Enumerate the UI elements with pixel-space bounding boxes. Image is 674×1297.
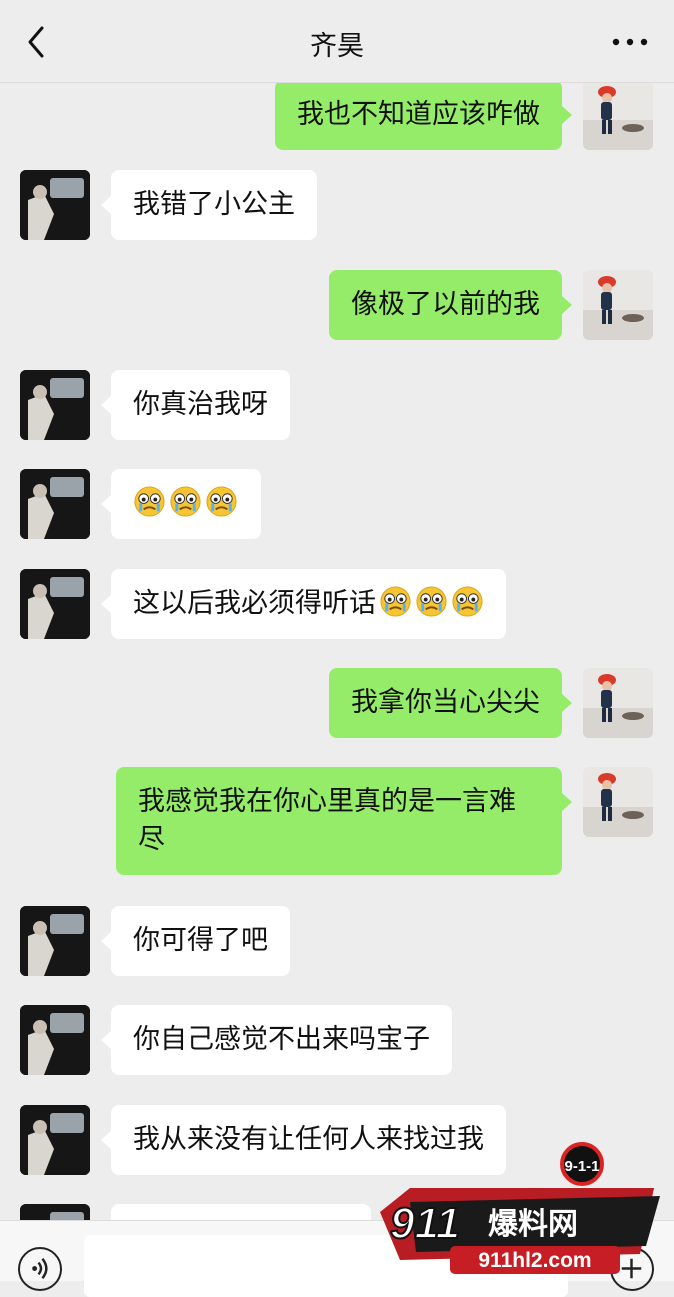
contact-avatar-image <box>20 170 90 240</box>
contact-avatar-image <box>20 1005 90 1075</box>
child-avatar-image <box>583 668 653 738</box>
crying-face-icon <box>206 486 237 517</box>
received-message-bubble[interactable]: 你自己感觉不出来吗宝子 <box>101 1005 452 1075</box>
child-avatar-image <box>583 270 653 340</box>
received-message-bubble[interactable]: 这以后我必须得听话 <box>101 569 506 639</box>
received-message-bubble[interactable]: 我错了小公主 <box>101 170 317 240</box>
contact-avatar[interactable] <box>20 170 90 240</box>
message-text: 这以后我必须得听话 <box>133 588 376 619</box>
watermark-badge: 9-1-1 <box>564 1158 599 1175</box>
message-text: 你自己感觉不出来吗宝子 <box>133 1024 430 1055</box>
watermark-number: 911 <box>390 1199 460 1248</box>
message-list[interactable]: 我也不知道应该咋做 我错了小公主 像极了以前的我 你真治我呀 这以后我必须得听话… <box>0 82 674 1220</box>
crying-face-icon <box>452 586 483 617</box>
sent-message-bubble[interactable]: 我拿你当心尖尖 <box>329 668 572 738</box>
child-avatar-image <box>583 82 653 150</box>
contact-avatar-image <box>20 906 90 976</box>
contact-avatar[interactable] <box>20 1005 90 1075</box>
contact-avatar[interactable] <box>20 569 90 639</box>
voice-input-button[interactable] <box>18 1247 62 1291</box>
watermark-url: 911hl2.com <box>478 1249 591 1272</box>
contact-avatar[interactable] <box>20 906 90 976</box>
received-message-bubble[interactable] <box>101 469 261 539</box>
chat-title: 齐昊 <box>310 31 364 62</box>
contact-avatar[interactable] <box>20 1204 90 1220</box>
watermark-brand: 爆料网 <box>488 1207 578 1242</box>
child-avatar-image <box>583 767 653 837</box>
contact-avatar[interactable] <box>20 370 90 440</box>
my-avatar[interactable] <box>583 767 653 837</box>
crying-face-icon <box>170 486 201 517</box>
contact-avatar-image <box>20 1204 90 1220</box>
sent-message-bubble[interactable]: 我感觉我在你心里真的是一言难尽 <box>116 767 572 875</box>
received-message-bubble[interactable]: 你真治我呀 <box>101 370 290 440</box>
message-text: 我感觉我在你心里真的是一言难尽 <box>138 786 516 855</box>
received-message-bubble[interactable]: 你可得了吧 <box>101 906 290 976</box>
my-avatar[interactable] <box>583 82 653 150</box>
crying-face-icon <box>134 486 165 517</box>
message-text: 我也不知道应该咋做 <box>297 99 540 130</box>
crying-face-icon <box>416 586 447 617</box>
message-text: 你真治我呀 <box>133 389 268 420</box>
contact-avatar-image <box>20 370 90 440</box>
contact-avatar[interactable] <box>20 1105 90 1175</box>
message-text: 像极了以前的我 <box>351 289 540 320</box>
sent-message-bubble[interactable]: 我也不知道应该咋做 <box>275 82 572 150</box>
message-text: 我拿你当心尖尖 <box>351 687 540 718</box>
contact-avatar-image <box>20 1105 90 1175</box>
sent-message-bubble[interactable]: 像极了以前的我 <box>329 270 572 340</box>
contact-avatar-image <box>20 569 90 639</box>
voice-icon <box>32 1257 48 1280</box>
message-text: 我错了小公主 <box>133 189 295 220</box>
chat-header: 齐昊 <box>0 0 674 83</box>
more-dots-icon <box>612 38 648 46</box>
my-avatar[interactable] <box>583 668 653 738</box>
contact-avatar-image <box>20 469 90 539</box>
more-options-button[interactable] <box>610 32 650 52</box>
received-message-bubble[interactable] <box>111 1204 371 1220</box>
my-avatar[interactable] <box>583 270 653 340</box>
message-text: 你可得了吧 <box>133 925 268 956</box>
crying-face-icon <box>380 586 411 617</box>
watermark-logo: 9-1-1 911 爆料网 911hl2.com <box>380 1142 660 1274</box>
contact-avatar[interactable] <box>20 469 90 539</box>
